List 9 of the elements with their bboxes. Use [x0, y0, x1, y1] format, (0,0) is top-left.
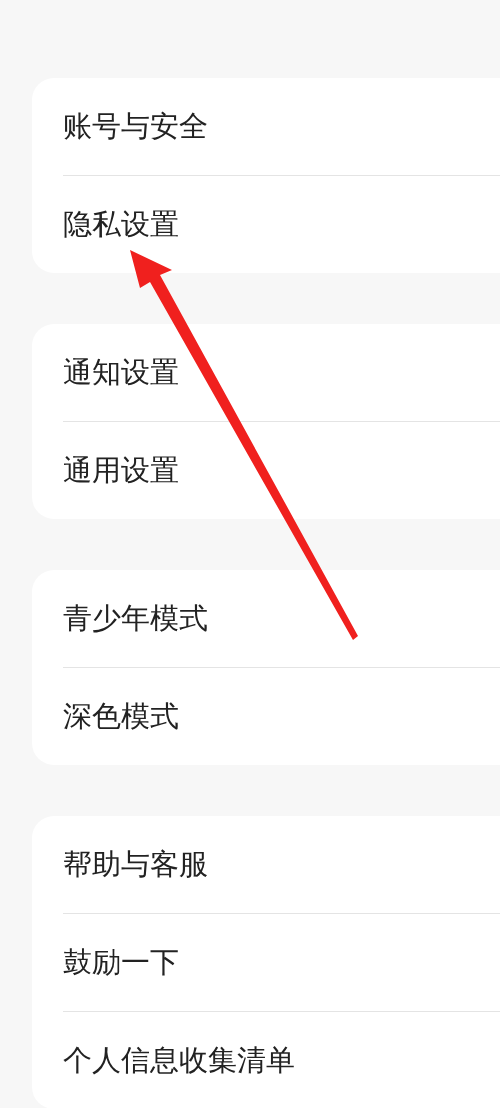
- settings-item[interactable]: 通用设置: [63, 450, 179, 491]
- settings-item[interactable]: 隐私设置: [63, 204, 179, 245]
- settings-item[interactable]: 青少年模式: [63, 598, 208, 639]
- settings-item[interactable]: 帮助与客服: [63, 844, 208, 885]
- settings-item[interactable]: 个人信息收集清单: [63, 1040, 295, 1081]
- settings-item[interactable]: 通知设置: [63, 352, 179, 393]
- settings-item[interactable]: 鼓励一下: [63, 942, 179, 983]
- settings-item[interactable]: 深色模式: [63, 696, 179, 737]
- settings-item[interactable]: 账号与安全: [63, 106, 208, 147]
